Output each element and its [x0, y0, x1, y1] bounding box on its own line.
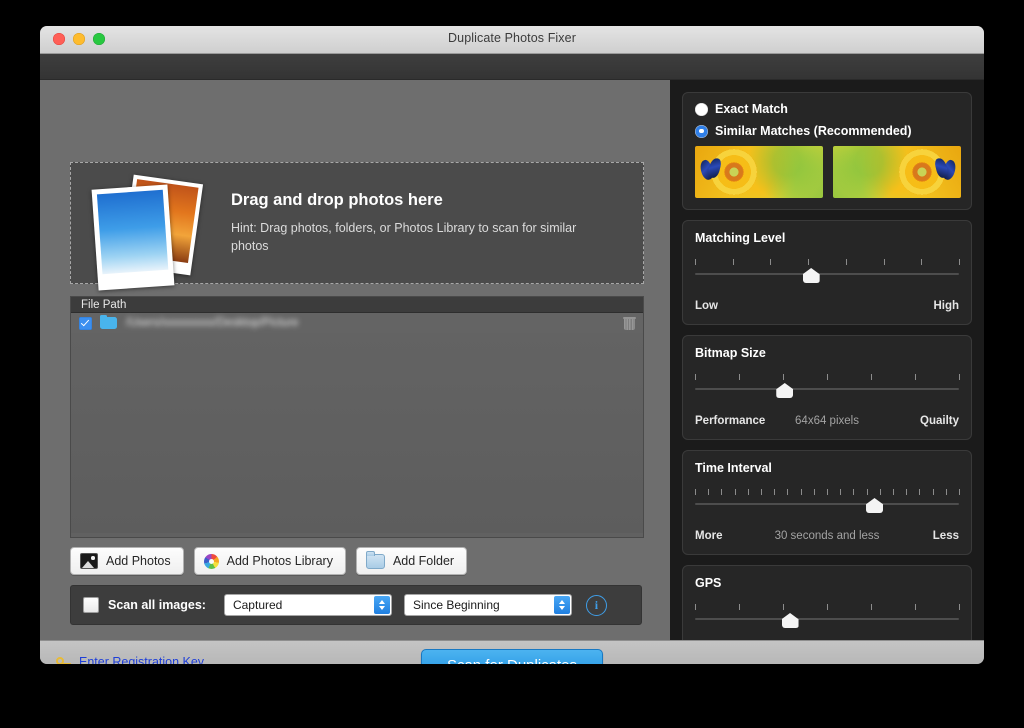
matching-level-slider[interactable]: [695, 259, 960, 293]
scan-options-bar: Scan all images: Captured Since Beginnin…: [70, 585, 642, 625]
radio-icon[interactable]: [695, 102, 708, 116]
time-interval-title: Time Interval: [695, 461, 772, 475]
row-checkbox[interactable]: [79, 316, 92, 330]
gps-slider[interactable]: [695, 604, 960, 638]
trash-icon[interactable]: [623, 316, 636, 330]
date-range-select[interactable]: Since Beginning: [403, 594, 572, 616]
add-photos-label: Add Photos: [106, 554, 171, 568]
table-row[interactable]: /Users/xxxxxxxxx/Desktop/Picture: [71, 313, 643, 333]
exact-match-label: Exact Match: [715, 102, 788, 116]
left-pane: Drag and drop photos here Hint: Drag pho…: [40, 80, 670, 640]
key-icon: [56, 656, 71, 664]
bitmap-size-value-label: 64x64 pixels: [795, 415, 859, 427]
add-photos-library-button[interactable]: Add Photos Library: [193, 547, 346, 575]
info-icon[interactable]: i: [585, 594, 607, 616]
folder-icon: [365, 551, 385, 569]
date-range-value: Since Beginning: [412, 598, 500, 612]
drag-drop-zone[interactable]: Drag and drop photos here Hint: Drag pho…: [70, 162, 644, 291]
window-title: Duplicate Photos Fixer: [448, 31, 576, 45]
similar-matches-option[interactable]: Similar Matches (Recommended): [695, 124, 959, 138]
photos-library-icon: [203, 553, 219, 569]
dropzone-hint: Hint: Drag photos, folders, or Photos Li…: [231, 220, 577, 253]
footer-bar: Enter Registration Key Scan for Duplicat…: [40, 640, 984, 664]
empty-list-area: [71, 333, 643, 533]
folder-icon: [100, 314, 117, 329]
title-bar: Duplicate Photos Fixer: [40, 26, 984, 54]
radio-icon-selected[interactable]: [695, 124, 708, 138]
time-interval-card: Time Interval More 30 seconds and less L…: [682, 450, 972, 555]
match-preview-thumbnails: [695, 146, 961, 198]
window-body: Drag and drop photos here Hint: Drag pho…: [40, 80, 984, 664]
add-folder-button[interactable]: Add Folder: [355, 547, 468, 575]
photos-stack-icon: [89, 174, 209, 291]
app-window: Duplicate Photos Fixer Drag and drop pho…: [40, 26, 984, 664]
scan-for-duplicates-button[interactable]: Scan for Duplicates: [421, 649, 603, 664]
settings-pane: Exact Match Similar Matches (Recommended…: [670, 80, 984, 664]
dropzone-title: Drag and drop photos here: [231, 190, 443, 209]
similar-matches-label: Similar Matches (Recommended): [715, 124, 912, 138]
file-path-text: /Users/xxxxxxxxx/Desktop/Picture: [126, 317, 299, 329]
matching-level-title: Matching Level: [695, 231, 786, 245]
bitmap-size-card: Bitmap Size Performance 64x64 pixels Qua…: [682, 335, 972, 440]
add-photos-button[interactable]: Add Photos: [70, 547, 184, 575]
bitmap-size-title: Bitmap Size: [695, 346, 766, 360]
exact-match-option[interactable]: Exact Match: [695, 102, 959, 116]
sunflower-butterfly-right-thumbnail: [833, 146, 961, 198]
date-type-select[interactable]: Captured: [223, 594, 392, 616]
add-source-buttons: Add Photos Add Photos Library Add Folder: [70, 547, 468, 575]
matching-level-left-label: Low: [695, 300, 718, 312]
toolbar-strip: [40, 54, 984, 80]
enter-registration-key-link[interactable]: Enter Registration Key: [79, 655, 204, 664]
chevron-updown-icon[interactable]: [553, 596, 570, 614]
add-photos-library-label: Add Photos Library: [226, 554, 333, 568]
bitmap-size-slider[interactable]: [695, 374, 960, 408]
matching-level-right-label: High: [933, 300, 959, 312]
time-interval-value-label: 30 seconds and less: [774, 530, 880, 542]
chevron-updown-icon[interactable]: [373, 596, 390, 614]
date-type-value: Captured: [232, 598, 283, 612]
match-mode-card: Exact Match Similar Matches (Recommended…: [682, 92, 972, 210]
matching-level-card: Matching Level Low High: [682, 220, 972, 325]
file-path-column-header: File Path: [71, 297, 643, 313]
registration-area[interactable]: Enter Registration Key: [56, 655, 204, 664]
gps-title: GPS: [695, 576, 722, 590]
sunflower-butterfly-left-thumbnail: [695, 146, 823, 198]
scan-all-images-label: Scan all images:: [108, 598, 206, 612]
photo-icon: [80, 553, 98, 569]
add-folder-label: Add Folder: [392, 554, 455, 568]
file-path-list[interactable]: File Path /Users/xxxxxxxxx/Desktop/Pictu…: [70, 296, 644, 538]
time-interval-slider[interactable]: [695, 489, 960, 523]
scan-all-images-checkbox[interactable]: [83, 597, 99, 613]
